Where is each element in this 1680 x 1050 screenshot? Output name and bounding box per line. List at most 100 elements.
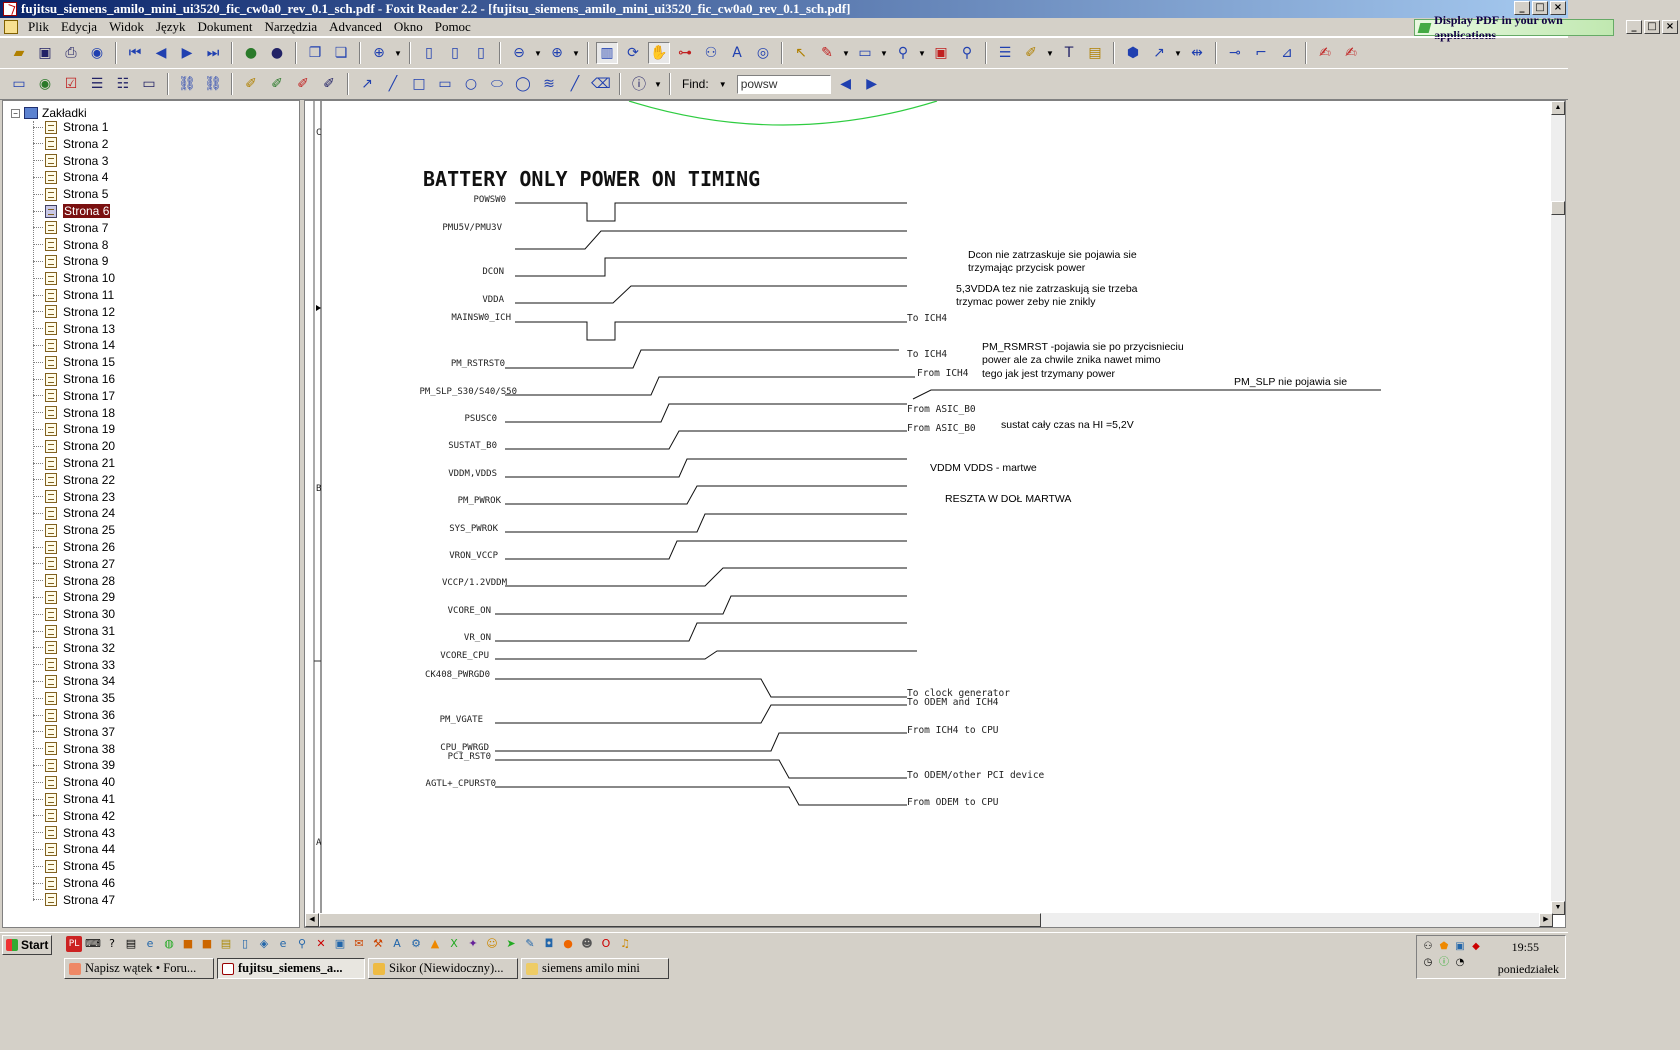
menu-jezyk[interactable]: Język	[150, 19, 192, 35]
find-input[interactable]	[736, 74, 831, 94]
bookmark-item[interactable]: Strona 34	[33, 673, 115, 689]
squiggly-icon[interactable]: ✐	[318, 73, 340, 95]
find-next-icon[interactable]: ▶	[861, 73, 883, 95]
attachment-icon[interactable]: ⚲	[892, 42, 914, 64]
globe-icon[interactable]: ◍	[161, 936, 177, 952]
task-foxit[interactable]: fujitsu_siemens_a...	[217, 958, 365, 979]
task-folder[interactable]: siemens amilo mini	[521, 958, 669, 979]
paste-icon[interactable]: ❏	[330, 42, 352, 64]
vertical-scroll-thumb[interactable]	[1551, 201, 1565, 215]
outlook-icon[interactable]: ◈	[256, 936, 272, 952]
chevron-down-icon[interactable]: ▼	[880, 49, 888, 58]
collapse-icon[interactable]: −	[11, 108, 20, 118]
app-icon[interactable]: ■	[199, 936, 215, 952]
brush-icon[interactable]: ✎	[522, 936, 538, 952]
scroll-right-icon[interactable]: ▶	[1539, 913, 1553, 927]
scroll-up-icon[interactable]: ▲	[1551, 101, 1565, 115]
bookmark-item[interactable]: Strona 11	[33, 287, 114, 303]
sign-icon[interactable]: ✍	[1314, 42, 1336, 64]
bookmark-item[interactable]: Strona 9	[33, 253, 108, 269]
bookmark-item[interactable]: Strona 15	[33, 354, 115, 370]
bookmark-item[interactable]: Strona 6	[33, 203, 111, 219]
mail-icon[interactable]: ✉	[351, 936, 367, 952]
info-icon[interactable]: ⓘ	[628, 73, 650, 95]
bookmark-item[interactable]: Strona 24	[33, 505, 115, 521]
first-page-icon[interactable]: ⏮	[124, 42, 146, 64]
hand-tool-icon[interactable]: ✋	[648, 42, 670, 64]
select-annotation-icon[interactable]: ↖	[790, 42, 812, 64]
chevron-down-icon[interactable]: ▼	[842, 49, 850, 58]
copy-icon[interactable]: ❐	[304, 42, 326, 64]
doc-minimize-button[interactable]: _	[1626, 20, 1642, 34]
forward-icon[interactable]: ●	[266, 42, 288, 64]
ie-icon[interactable]: e	[142, 936, 158, 952]
firefox-icon[interactable]: ●	[560, 936, 576, 952]
notepad-icon[interactable]: ▤	[218, 936, 234, 952]
info-tray-icon[interactable]: ⓘ	[1437, 956, 1451, 970]
bookmark-item[interactable]: Strona 28	[33, 573, 115, 589]
menu-plik[interactable]: Plik	[22, 19, 55, 35]
bookmark-item[interactable]: Strona 39	[33, 757, 115, 773]
zoom-in-icon[interactable]: ⊕	[546, 42, 568, 64]
bookmark-item[interactable]: Strona 5	[33, 186, 108, 202]
area-icon[interactable]: ⊿	[1276, 42, 1298, 64]
oval-icon[interactable]: ◯	[512, 73, 534, 95]
menu-pomoc[interactable]: Pomoc	[429, 19, 477, 35]
bookmark-item[interactable]: Strona 1	[33, 119, 108, 135]
timer-icon[interactable]: ◔	[1453, 956, 1467, 970]
zoom-out-icon[interactable]: ⊖	[508, 42, 530, 64]
chevron-down-icon[interactable]: ▼	[394, 49, 402, 58]
bookmark-item[interactable]: Strona 42	[33, 808, 115, 824]
stamp-icon[interactable]: ⬢	[1122, 42, 1144, 64]
menu-okno[interactable]: Okno	[388, 19, 429, 35]
underline-icon[interactable]: ✐	[266, 73, 288, 95]
bookmark-item[interactable]: Strona 41	[33, 791, 115, 807]
text-tool-icon[interactable]: T	[1058, 42, 1080, 64]
chevron-down-icon[interactable]: ▼	[1174, 49, 1182, 58]
bookmark-item[interactable]: Strona 2	[33, 136, 108, 152]
alien-icon[interactable]: ☻	[579, 936, 595, 952]
back-icon[interactable]: ●	[240, 42, 262, 64]
bookmark-item[interactable]: Strona 4	[33, 169, 108, 185]
arrow-app-icon[interactable]: ➤	[503, 936, 519, 952]
typewriter-icon[interactable]: A	[726, 42, 748, 64]
rotate-icon[interactable]: ⟳	[622, 42, 644, 64]
network-icon[interactable]: ⚇	[1421, 940, 1435, 954]
pl-icon[interactable]: PL	[66, 936, 82, 952]
form-icon[interactable]: ☰	[994, 42, 1016, 64]
push-button-icon[interactable]: ▭	[138, 73, 160, 95]
doc-close-button[interactable]: ×	[1662, 20, 1678, 34]
find-binoculars-icon[interactable]: ⚇	[700, 42, 722, 64]
bookmark-item[interactable]: Strona 12	[33, 304, 115, 320]
eraser-icon[interactable]: ⌫	[590, 73, 612, 95]
task-sikor[interactable]: Sikor (Niewidoczny)...	[368, 958, 518, 979]
actual-size-icon[interactable]: ▯	[418, 42, 440, 64]
print-icon[interactable]: ⎙	[60, 42, 82, 64]
bookmark-item[interactable]: Strona 46	[33, 875, 115, 891]
menu-advanced[interactable]: Advanced	[323, 19, 388, 35]
image-icon[interactable]: ▣	[930, 42, 952, 64]
burn-icon[interactable]: ✦	[465, 936, 481, 952]
start-button[interactable]: Start	[2, 935, 52, 955]
arrow-tool-icon[interactable]: ↗	[1148, 42, 1170, 64]
list-box-icon[interactable]: ☰	[86, 73, 108, 95]
bookmark-item[interactable]: Strona 14	[33, 337, 115, 353]
keyboard-icon[interactable]: ⌨	[85, 936, 101, 952]
bookmark-item[interactable]: Strona 45	[33, 858, 115, 874]
bookmark-item[interactable]: Strona 8	[33, 237, 108, 253]
snapshot-icon[interactable]: ◎	[752, 42, 774, 64]
bookmark-item[interactable]: Strona 36	[33, 707, 115, 723]
pen-icon[interactable]: ╱	[564, 73, 586, 95]
document-view[interactable]: C B A BATTERY ONLY POWER ON TIMING POWSW…	[304, 100, 1566, 928]
highlight-icon[interactable]: ✐	[1020, 42, 1042, 64]
font-icon[interactable]: A	[389, 936, 405, 952]
bookmark-item[interactable]: Strona 30	[33, 606, 115, 622]
menu-widok[interactable]: Widok	[103, 19, 150, 35]
highlighter-icon[interactable]: ✐	[240, 73, 262, 95]
combo-box-icon[interactable]: ☷	[112, 73, 134, 95]
menu-edycja[interactable]: Edycja	[55, 19, 103, 35]
chevron-down-icon[interactable]: ▼	[654, 80, 662, 89]
messenger-icon[interactable]: ☺	[484, 936, 500, 952]
prev-page-icon[interactable]: ◀	[150, 42, 172, 64]
scroll-down-icon[interactable]: ▼	[1551, 901, 1565, 915]
